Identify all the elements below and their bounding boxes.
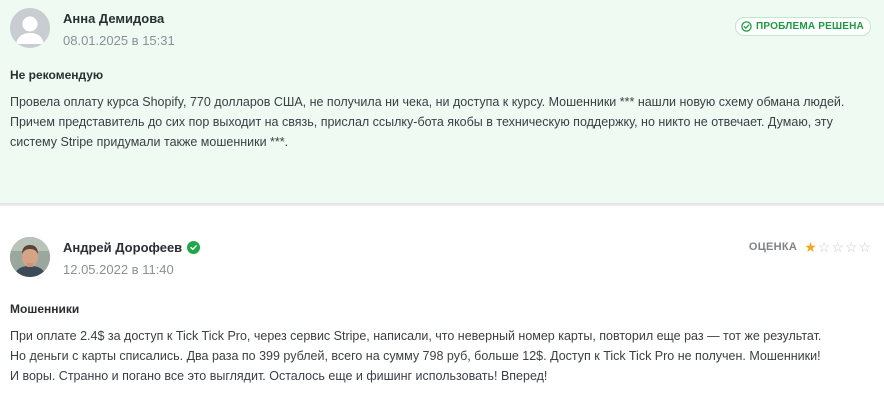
review-date: 08.01.2025 в 15:31 <box>63 33 175 48</box>
review-title: Не рекомендую <box>10 68 104 82</box>
star-empty-icon: ☆ <box>817 239 831 255</box>
review-text-line: И воры. Странно и погано все это выгляди… <box>10 369 548 383</box>
review-text-line: систему Stripe придумали также мошенники… <box>10 135 289 149</box>
author-name[interactable]: Андрей Дорофеев <box>63 240 201 255</box>
author-name-text: Андрей Дорофеев <box>63 240 183 255</box>
review-text-line: Провела оплату курса Shopify, 770 доллар… <box>10 95 845 109</box>
review-date: 12.05.2022 в 11:40 <box>63 262 174 277</box>
avatar[interactable] <box>10 237 50 277</box>
status-badge: ПРОБЛЕМА РЕШЕНА <box>735 17 871 36</box>
star-empty-icon: ☆ <box>858 239 871 255</box>
review-card: Андрей Дорофеев 12.05.2022 в 11:40 ОЦЕНК… <box>0 204 884 417</box>
star-filled-icon: ★ <box>804 239 817 255</box>
review-text-line: При оплате 2.4$ за доступ к Tick Tick Pr… <box>10 329 822 343</box>
review-title: Мошенники <box>10 302 80 316</box>
avatar[interactable] <box>10 8 50 48</box>
star-empty-icon: ☆ <box>844 239 858 255</box>
check-circle-icon <box>741 21 752 32</box>
star-empty-icon: ☆ <box>831 239 844 255</box>
review-text: Провела оплату курса Shopify, 770 доллар… <box>10 92 874 152</box>
author-name[interactable]: Анна Демидова <box>63 11 164 26</box>
verified-check-icon <box>187 241 201 254</box>
review-text: При оплате 2.4$ за доступ к Tick Tick Pr… <box>10 326 874 386</box>
rating: ОЦЕНКА ★ ☆ ☆ ☆ ☆ <box>749 240 871 254</box>
review-card: Анна Демидова 08.01.2025 в 15:31 ПРОБЛЕМ… <box>0 0 884 204</box>
default-avatar-icon <box>10 8 50 48</box>
rating-stars: ★ ☆ ☆ ☆ ☆ <box>804 240 871 254</box>
status-badge-label: ПРОБЛЕМА РЕШЕНА <box>756 21 864 32</box>
review-text-line: Но деньги с карты списались. Два раза по… <box>10 349 821 363</box>
rating-label: ОЦЕНКА <box>748 241 798 253</box>
user-photo-icon <box>10 237 50 277</box>
review-text-line: Причем представитель до сих пор выходит … <box>10 115 833 129</box>
